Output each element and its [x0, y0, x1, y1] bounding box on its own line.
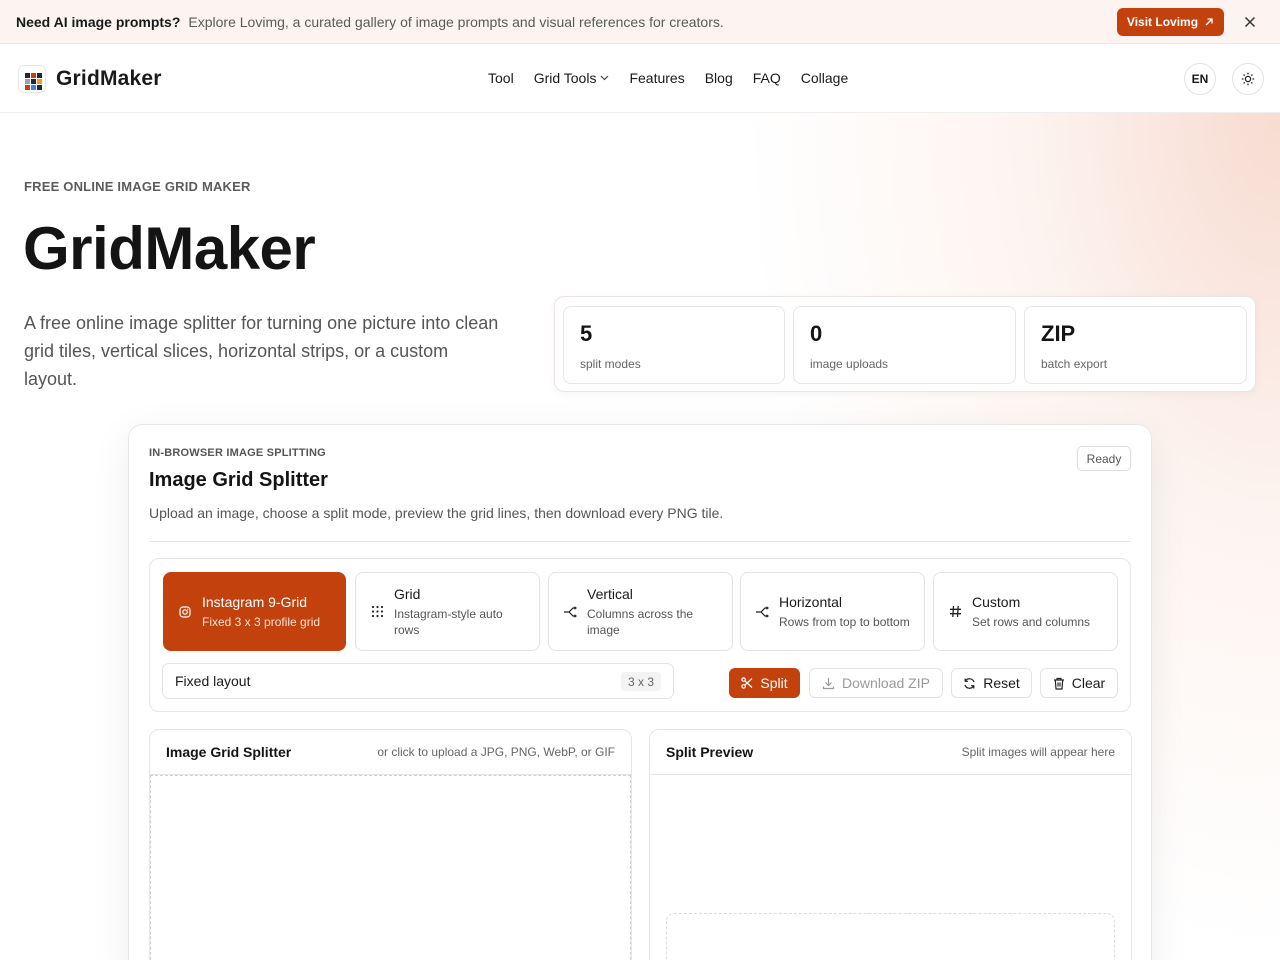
- stat-batch-export: ZIP batch export: [1024, 306, 1247, 384]
- mode-subtitle: Set rows and columns: [972, 614, 1091, 629]
- stat-label: batch export: [1041, 357, 1108, 371]
- reset-button[interactable]: Reset: [951, 668, 1032, 698]
- stat-value: ZIP: [1041, 321, 1076, 346]
- mode-subtitle: Rows from top to bottom: [779, 614, 910, 629]
- stat-split-modes: 5 split modes: [563, 306, 785, 384]
- arrow-up-right-icon: [1205, 18, 1213, 26]
- clear-button[interactable]: Clear: [1040, 668, 1118, 698]
- instagram-icon: [178, 605, 192, 618]
- download-zip-label: Download ZIP: [842, 675, 930, 691]
- grid-dots-icon: [370, 605, 384, 618]
- upload-panel-header: Image Grid Splitter or click to upload a…: [150, 730, 631, 775]
- stats-panel: 5 split modes 0 image uploads ZIP batch …: [554, 296, 1256, 392]
- mode-vertical[interactable]: Vertical Columns across the image: [548, 572, 733, 651]
- upload-panel-title: Image Grid Splitter: [166, 744, 292, 760]
- upload-panel: Image Grid Splitter or click to upload a…: [149, 729, 632, 960]
- nav-item-grid-tools[interactable]: Grid Tools: [534, 70, 610, 86]
- stat-label: image uploads: [810, 357, 889, 371]
- sun-icon: [1241, 72, 1255, 86]
- layout-select[interactable]: Fixed layout 3 x 3: [162, 663, 674, 699]
- chevron-down-icon: [601, 75, 609, 81]
- close-icon[interactable]: [1240, 12, 1260, 32]
- mode-title: Custom: [972, 593, 1021, 610]
- mode-horizontal[interactable]: Horizontal Rows from top to bottom: [740, 572, 925, 651]
- split-vertical-icon: [563, 605, 577, 618]
- mode-title: Horizontal: [779, 593, 843, 610]
- preview-panel: Split Preview Split images will appear h…: [649, 729, 1132, 960]
- mode-subtitle: Columns across the image: [587, 606, 694, 637]
- brand-name[interactable]: GridMaker: [56, 67, 162, 91]
- card-caption: IN-BROWSER IMAGE SPLITTING: [149, 447, 326, 459]
- stat-image-uploads: 0 image uploads: [793, 306, 1016, 384]
- trash-icon: [1053, 677, 1064, 690]
- card-title: Image Grid Splitter: [149, 469, 328, 491]
- download-icon: [822, 677, 835, 689]
- logo-icon[interactable]: [18, 65, 46, 93]
- preview-panel-header: Split Preview Split images will appear h…: [650, 730, 1131, 775]
- mode-subtitle: Instagram-style auto rows: [394, 606, 503, 637]
- stat-label: split modes: [580, 357, 641, 371]
- hero-subtitle: A free online image splitter for turning…: [24, 313, 499, 389]
- mode-subtitle: Fixed 3 x 3 profile grid: [202, 614, 321, 629]
- clear-button-label: Clear: [1071, 675, 1106, 691]
- split-horizontal-icon: [755, 605, 769, 618]
- nav-item-faq[interactable]: FAQ: [753, 70, 781, 86]
- announcement-description: Explore Lovimg, a curated gallery of ima…: [188, 13, 724, 30]
- upload-panel-hint: or click to upload a JPG, PNG, WebP, or …: [377, 745, 615, 759]
- visit-lovimg-label: Visit Lovimg: [1126, 15, 1199, 29]
- hash-icon: [948, 605, 962, 618]
- nav-item-grid-tools-label: Grid Tools: [533, 70, 597, 86]
- language-button[interactable]: EN: [1184, 63, 1216, 95]
- card-description: Upload an image, choose a split mode, pr…: [149, 505, 724, 521]
- reset-button-label: Reset: [983, 675, 1020, 691]
- divider: [149, 541, 1131, 542]
- mode-title: Instagram 9-Grid: [202, 593, 308, 610]
- stat-value: 0: [810, 321, 823, 346]
- preview-placeholder: [666, 913, 1115, 960]
- visit-lovimg-button[interactable]: Visit Lovimg: [1117, 8, 1224, 36]
- stat-value: 5: [580, 321, 593, 346]
- nav-menu: Tool Grid Tools Features Blog FAQ Collag…: [488, 70, 848, 86]
- mode-title: Grid: [394, 585, 421, 602]
- split-button[interactable]: Split: [729, 668, 800, 698]
- main-nav: GridMaker Tool Grid Tools Features Blog …: [0, 45, 1280, 113]
- hero-eyebrow: FREE ONLINE IMAGE GRID MAKER: [24, 179, 251, 194]
- mode-title: Vertical: [587, 585, 633, 602]
- mode-instagram-9-grid[interactable]: Instagram 9-Grid Fixed 3 x 3 profile gri…: [163, 572, 346, 651]
- preview-panel-hint: Split images will appear here: [961, 745, 1115, 759]
- layout-size-badge: 3 x 3: [620, 672, 661, 691]
- announcement-headline: Need AI image prompts?: [16, 13, 181, 30]
- nav-item-blog[interactable]: Blog: [705, 70, 733, 86]
- preview-panel-title: Split Preview: [666, 744, 754, 760]
- nav-item-tool[interactable]: Tool: [488, 70, 514, 86]
- split-button-label: Split: [760, 675, 788, 691]
- splitter-card: IN-BROWSER IMAGE SPLITTING Image Grid Sp…: [128, 424, 1152, 960]
- upload-dropzone[interactable]: [150, 775, 631, 960]
- mode-grid[interactable]: Grid Instagram-style auto rows: [355, 572, 540, 651]
- status-badge: Ready: [1077, 446, 1131, 471]
- hero-title: GridMaker: [23, 215, 316, 282]
- layout-label: Fixed layout: [175, 673, 251, 689]
- mode-custom[interactable]: Custom Set rows and columns: [933, 572, 1118, 651]
- scissors-icon: [741, 677, 753, 689]
- download-zip-button[interactable]: Download ZIP: [809, 668, 943, 698]
- split-mode-panel: Instagram 9-Grid Fixed 3 x 3 profile gri…: [149, 558, 1131, 712]
- theme-toggle-button[interactable]: [1232, 63, 1264, 95]
- refresh-icon: [964, 677, 975, 689]
- announcement-bar: Need AI image prompts? Explore Lovimg, a…: [0, 0, 1280, 44]
- nav-item-collage[interactable]: Collage: [801, 70, 848, 86]
- nav-item-features[interactable]: Features: [629, 70, 684, 86]
